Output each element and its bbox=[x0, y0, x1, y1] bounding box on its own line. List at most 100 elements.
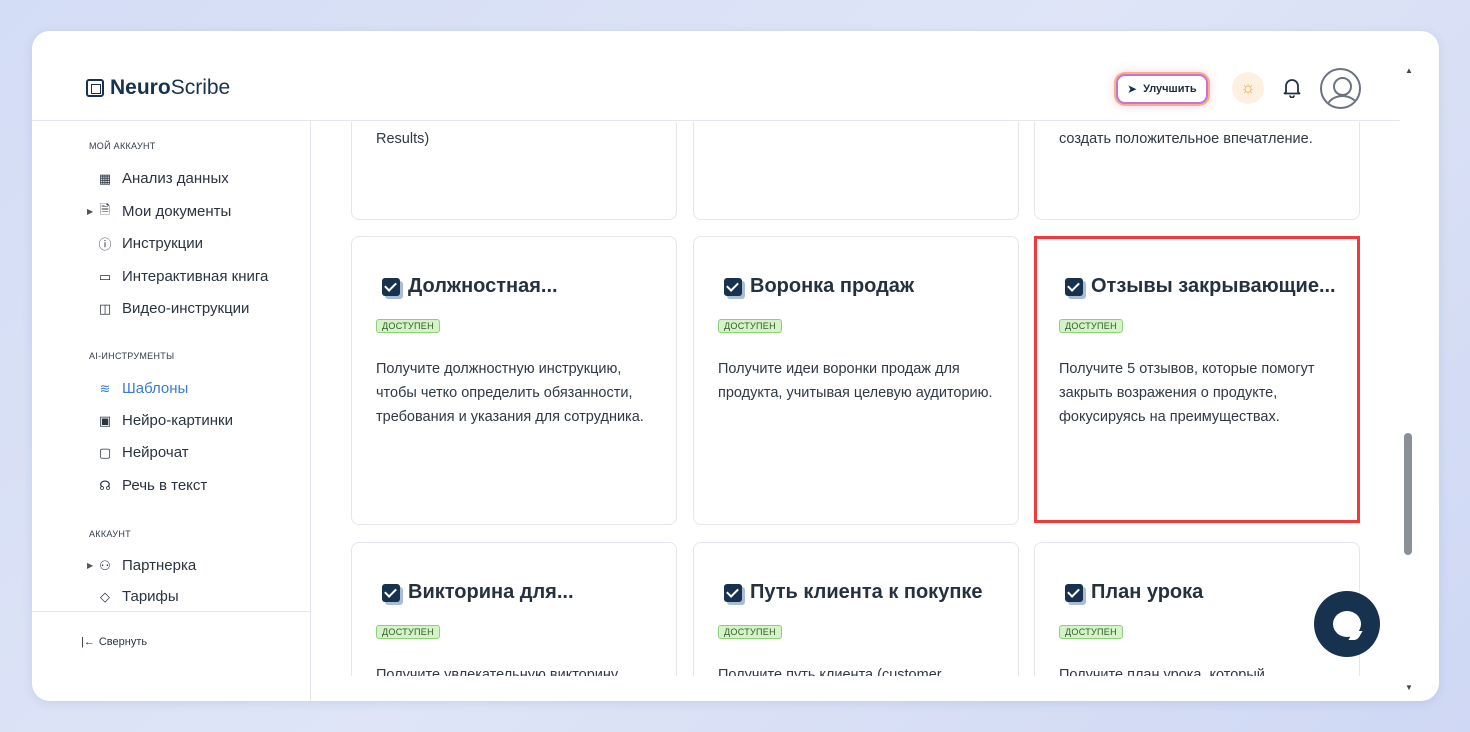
document-icon: 🗎 bbox=[99, 201, 111, 217]
template-card[interactable]: Путь клиента к покупке ДОСТУПЕН Получите… bbox=[693, 542, 1019, 676]
sidebar-item-label: Анализ данных bbox=[122, 170, 229, 187]
card-description: Получите план урока, который bbox=[1059, 667, 1265, 676]
tag-icon: ◇ bbox=[100, 588, 110, 604]
card-title: План урока bbox=[1065, 581, 1203, 604]
checkbox-icon bbox=[1065, 277, 1083, 296]
template-card[interactable]: План урока ДОСТУПЕН Получите план урока,… bbox=[1034, 542, 1360, 676]
card-title: Викторина для... bbox=[382, 581, 574, 604]
sidebar-item-tariffs[interactable]: ◇ Тарифы bbox=[97, 588, 179, 605]
sidebar-item-label: Речь в текст bbox=[122, 477, 208, 494]
scrollbar-thumb[interactable] bbox=[1404, 433, 1412, 555]
scroll-down-arrow-icon[interactable]: ▼ bbox=[1405, 683, 1413, 692]
checkbox-icon bbox=[724, 277, 742, 296]
app-window: NeuroScribe ➤ Улучшить ☼ МОЙ АККАУНТ ▦ А… bbox=[32, 31, 1439, 701]
card-title-text: Воронка продаж bbox=[750, 275, 915, 297]
template-card[interactable]: Results) bbox=[351, 122, 677, 220]
card-title: Воронка продаж bbox=[724, 275, 914, 298]
upgrade-label: Улучшить bbox=[1143, 83, 1197, 95]
card-description: Results) bbox=[376, 131, 430, 147]
sidebar-item-label: Мои документы bbox=[122, 203, 232, 220]
status-badge: ДОСТУПЕН bbox=[718, 625, 782, 639]
checkbox-icon bbox=[724, 583, 742, 602]
rocket-icon: ➤ bbox=[1127, 82, 1138, 96]
users-icon: ⚇ bbox=[99, 557, 111, 573]
sidebar-item-templates[interactable]: ≋ Шаблоны bbox=[97, 380, 189, 397]
sidebar-item-label: Видео-инструкции bbox=[122, 300, 250, 317]
sidebar-section-title: МОЙ АККАУНТ bbox=[89, 141, 156, 151]
image-icon: ▣ bbox=[98, 412, 112, 428]
scroll-up-arrow-icon[interactable]: ▲ bbox=[1405, 66, 1413, 75]
template-card[interactable]: Должностная... ДОСТУПЕН Получите должнос… bbox=[351, 236, 677, 525]
layers-icon: ≋ bbox=[99, 380, 111, 396]
sidebar-item-label: Тарифы bbox=[122, 588, 179, 605]
book-icon: ▭ bbox=[98, 268, 112, 284]
sidebar-item-analytics[interactable]: ▦ Анализ данных bbox=[97, 170, 229, 187]
brand-bold: Neuro bbox=[110, 76, 171, 99]
card-title-text: Викторина для... bbox=[408, 581, 574, 603]
upgrade-button[interactable]: ➤ Улучшить bbox=[1116, 74, 1208, 104]
card-description: Получите путь клиента (customer bbox=[718, 667, 942, 676]
template-card[interactable]: Воронка продаж ДОСТУПЕН Получите идеи во… bbox=[693, 236, 1019, 525]
brand-logo[interactable]: NeuroScribe bbox=[86, 76, 230, 100]
sidebar-item-label: Партнерка bbox=[122, 557, 197, 574]
notification-bell-icon[interactable] bbox=[1281, 75, 1303, 101]
card-description: Получите идеи воронки продаж для продукт… bbox=[718, 361, 993, 401]
checkbox-icon bbox=[1065, 583, 1083, 602]
sidebar-item-partner[interactable]: ▶ ⚇ Партнерка bbox=[87, 557, 197, 574]
template-card[interactable] bbox=[693, 122, 1019, 220]
card-title-text: Отзывы закрывающие... bbox=[1091, 275, 1336, 297]
card-title: Отзывы закрывающие... bbox=[1065, 275, 1336, 298]
user-avatar[interactable] bbox=[1320, 68, 1361, 109]
sidebar-item-label: Инструкции bbox=[122, 235, 204, 252]
status-badge: ДОСТУПЕН bbox=[1059, 319, 1123, 333]
card-title-text: План урока bbox=[1091, 581, 1204, 603]
sidebar-section-title: АККАУНТ bbox=[89, 529, 131, 539]
card-description: Получите увлекательную викторину bbox=[376, 667, 619, 676]
sidebar-item-interactive-book[interactable]: ▭ Интерактивная книга bbox=[97, 268, 269, 285]
logo-icon bbox=[86, 79, 104, 97]
card-title-text: Путь клиента к покупке bbox=[750, 581, 983, 603]
sidebar-item-label: Интерактивная книга bbox=[122, 268, 269, 285]
scrollbar[interactable]: ▲ ▼ bbox=[1402, 61, 1416, 692]
brand-regular: Scribe bbox=[170, 76, 231, 99]
video-icon: ◫ bbox=[98, 300, 112, 316]
grid-icon: ▦ bbox=[98, 170, 112, 186]
card-title-text: Должностная... bbox=[408, 275, 558, 297]
sidebar-item-label: Нейрочат bbox=[122, 444, 189, 461]
sidebar-item-documents[interactable]: ▶ 🗎 Мои документы bbox=[87, 201, 232, 221]
sidebar-section-title: AI-ИНСТРУМЕНТЫ bbox=[89, 351, 175, 361]
help-circle-icon: ⓘ bbox=[98, 237, 112, 252]
sidebar-item-label: Нейро-картинки bbox=[122, 412, 233, 429]
card-title: Должностная... bbox=[382, 275, 558, 298]
status-badge: ДОСТУПЕН bbox=[376, 625, 440, 639]
chat-bubble-icon bbox=[1333, 611, 1361, 637]
collapse-arrow-icon: |← bbox=[81, 636, 95, 648]
status-badge: ДОСТУПЕН bbox=[718, 319, 782, 333]
card-description: Получите 5 отзывов, которые помогут закр… bbox=[1059, 361, 1315, 425]
status-badge: ДОСТУПЕН bbox=[376, 319, 440, 333]
sidebar-item-neuro-images[interactable]: ▣ Нейро-картинки bbox=[97, 412, 233, 429]
collapse-label: Свернуть bbox=[98, 636, 148, 648]
collapse-button[interactable]: |← Свернуть bbox=[81, 636, 147, 648]
chevron-right-icon[interactable]: ▶ bbox=[87, 207, 93, 216]
card-description: Получите должностную инструкцию, чтобы ч… bbox=[376, 361, 644, 425]
top-header: NeuroScribe ➤ Улучшить ☼ bbox=[32, 31, 1400, 121]
checkbox-icon bbox=[382, 277, 400, 296]
sidebar-item-video-instructions[interactable]: ◫ Видео-инструкции bbox=[97, 300, 250, 317]
chat-icon: ▢ bbox=[98, 444, 112, 460]
templates-grid: Results) создать положительное впечатлен… bbox=[312, 122, 1400, 676]
card-title: Путь клиента к покупке bbox=[724, 581, 983, 604]
headphones-icon: ☊ bbox=[99, 477, 111, 493]
support-chat-button[interactable] bbox=[1314, 591, 1380, 657]
checkbox-icon bbox=[382, 583, 400, 602]
theme-toggle-sun-icon[interactable]: ☼ bbox=[1232, 72, 1264, 104]
template-card-highlighted[interactable]: Отзывы закрывающие... ДОСТУПЕН Получите … bbox=[1034, 236, 1360, 523]
sidebar-item-neurochat[interactable]: ▢ Нейрочат bbox=[97, 444, 189, 461]
template-card[interactable]: Викторина для... ДОСТУПЕН Получите увлек… bbox=[351, 542, 677, 676]
card-description: создать положительное впечатление. bbox=[1059, 131, 1313, 147]
sidebar-item-speech-to-text[interactable]: ☊ Речь в текст bbox=[97, 477, 207, 494]
sidebar-item-instructions[interactable]: ⓘ Инструкции bbox=[97, 235, 203, 252]
template-card[interactable]: создать положительное впечатление. bbox=[1034, 122, 1360, 220]
sidebar: МОЙ АККАУНТ ▦ Анализ данных ▶ 🗎 Мои доку… bbox=[32, 121, 311, 701]
chevron-right-icon[interactable]: ▶ bbox=[87, 561, 93, 570]
